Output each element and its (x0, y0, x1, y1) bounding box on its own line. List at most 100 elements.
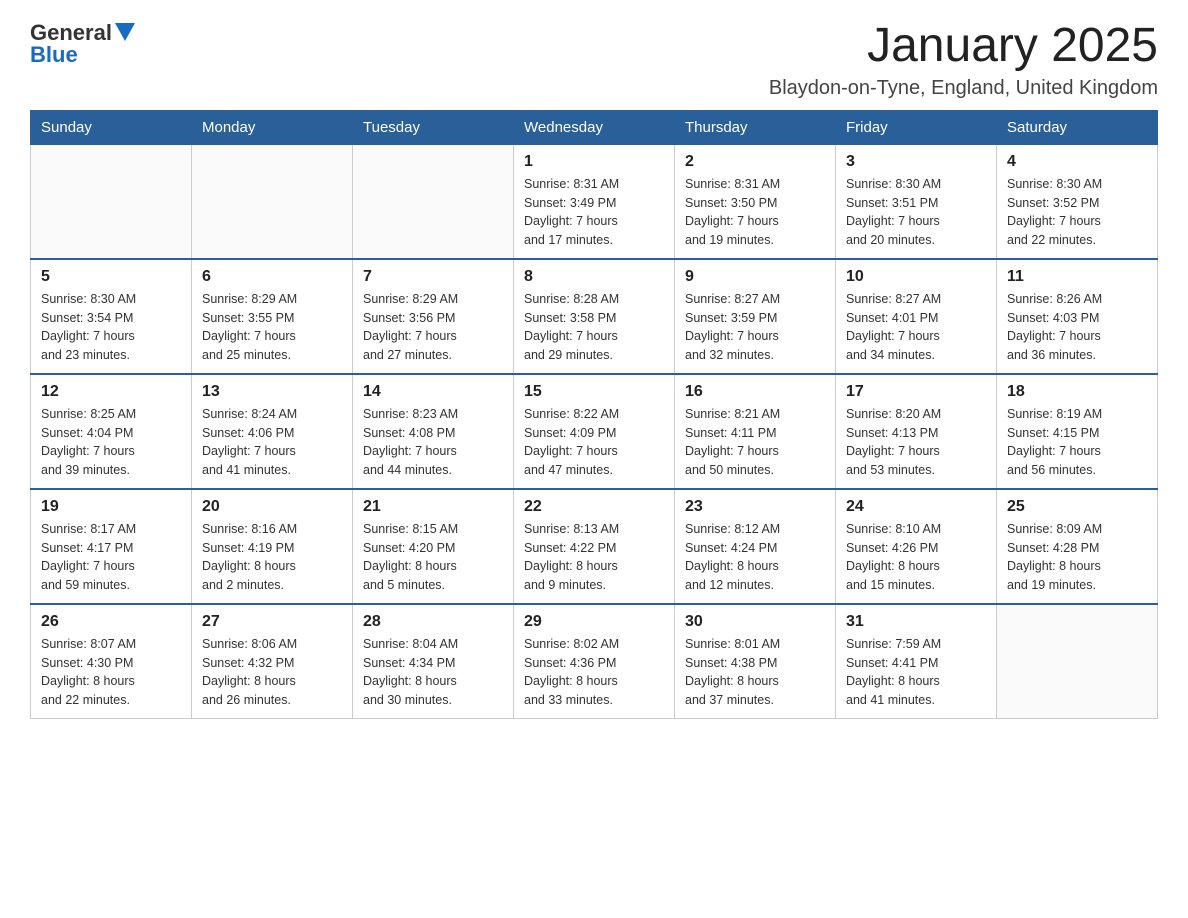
day-info: Sunrise: 8:01 AM Sunset: 4:38 PM Dayligh… (685, 635, 825, 710)
day-info: Sunrise: 7:59 AM Sunset: 4:41 PM Dayligh… (846, 635, 986, 710)
day-info: Sunrise: 8:30 AM Sunset: 3:54 PM Dayligh… (41, 290, 181, 365)
location: Blaydon-on-Tyne, England, United Kingdom (769, 77, 1158, 100)
day-number: 28 (363, 613, 503, 631)
calendar-cell: 18Sunrise: 8:19 AM Sunset: 4:15 PM Dayli… (997, 374, 1158, 489)
day-number: 14 (363, 383, 503, 401)
day-info: Sunrise: 8:30 AM Sunset: 3:52 PM Dayligh… (1007, 175, 1147, 250)
day-info: Sunrise: 8:10 AM Sunset: 4:26 PM Dayligh… (846, 520, 986, 595)
calendar-cell: 29 Sunrise: 8:02 AM Sunset: 4:36 PM Dayli… (514, 604, 675, 719)
day-number: 19 (41, 498, 181, 516)
day-info: Sunrise: 8:15 AM Sunset: 4:20 PM Dayligh… (363, 520, 503, 595)
day-number: 7 (363, 268, 503, 286)
day-info: Sunrise: 8:04 AM Sunset: 4:34 PM Dayligh… (363, 635, 503, 710)
calendar-cell (997, 604, 1158, 719)
day-info: Sunrise: 8:29 AM Sunset: 3:55 PM Dayligh… (202, 290, 342, 365)
calendar-cell: 7Sunrise: 8:29 AM Sunset: 3:56 PM Daylig… (353, 259, 514, 374)
title-section: January 2025 Blaydon-on-Tyne, England, U… (769, 20, 1158, 100)
calendar-cell: 5 Sunrise: 8:30 AM Sunset: 3:54 PM Daylig… (31, 259, 192, 374)
calendar-cell: 28 Sunrise: 8:04 AM Sunset: 4:34 PM Dayli… (353, 604, 514, 719)
calendar-cell: 30 Sunrise: 8:01 AM Sunset: 4:38 PM Dayli… (675, 604, 836, 719)
header: General Blue January 2025 Blaydon-on-Tyn… (30, 20, 1158, 100)
calendar-cell: 3 Sunrise: 8:30 AM Sunset: 3:51 PM Daylig… (836, 144, 997, 259)
calendar-cell: 14 Sunrise: 8:23 AM Sunset: 4:08 PM Dayli… (353, 374, 514, 489)
day-info: Sunrise: 8:22 AM Sunset: 4:09 PM Dayligh… (524, 405, 664, 480)
day-info: Sunrise: 8:12 AM Sunset: 4:24 PM Dayligh… (685, 520, 825, 595)
calendar-cell: 23 Sunrise: 8:12 AM Sunset: 4:24 PM Dayli… (675, 489, 836, 604)
calendar-cell: 2 Sunrise: 8:31 AM Sunset: 3:50 PM Daylig… (675, 144, 836, 259)
day-number: 31 (846, 613, 986, 631)
day-info: Sunrise: 8:27 AM Sunset: 4:01 PM Dayligh… (846, 290, 986, 365)
day-info: Sunrise: 8:07 AM Sunset: 4:30 PM Dayligh… (41, 635, 181, 710)
day-info: Sunrise: 8:24 AM Sunset: 4:06 PM Dayligh… (202, 405, 342, 480)
day-number: 24 (846, 498, 986, 516)
calendar-cell: 13 Sunrise: 8:24 AM Sunset: 4:06 PM Dayli… (192, 374, 353, 489)
day-number: 3 (846, 153, 986, 171)
calendar-cell: 19 Sunrise: 8:17 AM Sunset: 4:17 PM Dayli… (31, 489, 192, 604)
day-number: 18 (1007, 383, 1147, 401)
logo: General Blue (30, 20, 135, 68)
calendar-cell: 21 Sunrise: 8:15 AM Sunset: 4:20 PM Dayli… (353, 489, 514, 604)
calendar-cell: 25 Sunrise: 8:09 AM Sunset: 4:28 PM Dayli… (997, 489, 1158, 604)
day-number: 25 (1007, 498, 1147, 516)
calendar-week-row: 5 Sunrise: 8:30 AM Sunset: 3:54 PM Daylig… (31, 259, 1158, 374)
day-number: 22 (524, 498, 664, 516)
day-info: Sunrise: 8:02 AM Sunset: 4:36 PM Dayligh… (524, 635, 664, 710)
calendar-cell: 8Sunrise: 8:28 AM Sunset: 3:58 PM Daylig… (514, 259, 675, 374)
calendar-cell: 27 Sunrise: 8:06 AM Sunset: 4:32 PM Dayli… (192, 604, 353, 719)
calendar: SundayMondayTuesdayWednesdayThursdayFrid… (30, 110, 1158, 719)
calendar-cell: 9Sunrise: 8:27 AM Sunset: 3:59 PM Daylig… (675, 259, 836, 374)
day-info: Sunrise: 8:20 AM Sunset: 4:13 PM Dayligh… (846, 405, 986, 480)
day-of-week-header: Monday (192, 110, 353, 144)
calendar-cell (353, 144, 514, 259)
day-number: 13 (202, 383, 342, 401)
calendar-cell: 12Sunrise: 8:25 AM Sunset: 4:04 PM Dayli… (31, 374, 192, 489)
day-info: Sunrise: 8:17 AM Sunset: 4:17 PM Dayligh… (41, 520, 181, 595)
day-info: Sunrise: 8:30 AM Sunset: 3:51 PM Dayligh… (846, 175, 986, 250)
day-of-week-header: Saturday (997, 110, 1158, 144)
day-of-week-header: Thursday (675, 110, 836, 144)
day-of-week-header: Wednesday (514, 110, 675, 144)
day-number: 6 (202, 268, 342, 286)
day-number: 2 (685, 153, 825, 171)
day-number: 9 (685, 268, 825, 286)
day-info: Sunrise: 8:25 AM Sunset: 4:04 PM Dayligh… (41, 405, 181, 480)
day-info: Sunrise: 8:31 AM Sunset: 3:50 PM Dayligh… (685, 175, 825, 250)
day-number: 29 (524, 613, 664, 631)
calendar-week-row: 19 Sunrise: 8:17 AM Sunset: 4:17 PM Dayli… (31, 489, 1158, 604)
day-info: Sunrise: 8:13 AM Sunset: 4:22 PM Dayligh… (524, 520, 664, 595)
day-number: 23 (685, 498, 825, 516)
day-of-week-header: Sunday (31, 110, 192, 144)
day-info: Sunrise: 8:31 AM Sunset: 3:49 PM Dayligh… (524, 175, 664, 250)
day-number: 15 (524, 383, 664, 401)
calendar-cell: 26 Sunrise: 8:07 AM Sunset: 4:30 PM Dayli… (31, 604, 192, 719)
calendar-cell (192, 144, 353, 259)
calendar-week-row: 1Sunrise: 8:31 AM Sunset: 3:49 PM Daylig… (31, 144, 1158, 259)
day-info: Sunrise: 8:21 AM Sunset: 4:11 PM Dayligh… (685, 405, 825, 480)
calendar-week-row: 12Sunrise: 8:25 AM Sunset: 4:04 PM Dayli… (31, 374, 1158, 489)
day-number: 26 (41, 613, 181, 631)
day-info: Sunrise: 8:23 AM Sunset: 4:08 PM Dayligh… (363, 405, 503, 480)
day-number: 17 (846, 383, 986, 401)
day-number: 30 (685, 613, 825, 631)
day-info: Sunrise: 8:16 AM Sunset: 4:19 PM Dayligh… (202, 520, 342, 595)
logo-text-blue: Blue (30, 42, 78, 68)
day-of-week-header: Tuesday (353, 110, 514, 144)
day-number: 21 (363, 498, 503, 516)
calendar-cell: 11Sunrise: 8:26 AM Sunset: 4:03 PM Dayli… (997, 259, 1158, 374)
day-number: 27 (202, 613, 342, 631)
calendar-header-row: SundayMondayTuesdayWednesdayThursdayFrid… (31, 110, 1158, 144)
day-info: Sunrise: 8:06 AM Sunset: 4:32 PM Dayligh… (202, 635, 342, 710)
logo-triangle-icon (115, 23, 135, 41)
day-number: 10 (846, 268, 986, 286)
day-info: Sunrise: 8:09 AM Sunset: 4:28 PM Dayligh… (1007, 520, 1147, 595)
day-number: 5 (41, 268, 181, 286)
day-number: 16 (685, 383, 825, 401)
calendar-cell: 6 Sunrise: 8:29 AM Sunset: 3:55 PM Daylig… (192, 259, 353, 374)
calendar-cell: 24 Sunrise: 8:10 AM Sunset: 4:26 PM Dayli… (836, 489, 997, 604)
day-number: 8 (524, 268, 664, 286)
day-number: 11 (1007, 268, 1147, 286)
calendar-cell: 10 Sunrise: 8:27 AM Sunset: 4:01 PM Dayli… (836, 259, 997, 374)
day-number: 20 (202, 498, 342, 516)
calendar-cell: 22 Sunrise: 8:13 AM Sunset: 4:22 PM Dayli… (514, 489, 675, 604)
calendar-week-row: 26 Sunrise: 8:07 AM Sunset: 4:30 PM Dayli… (31, 604, 1158, 719)
